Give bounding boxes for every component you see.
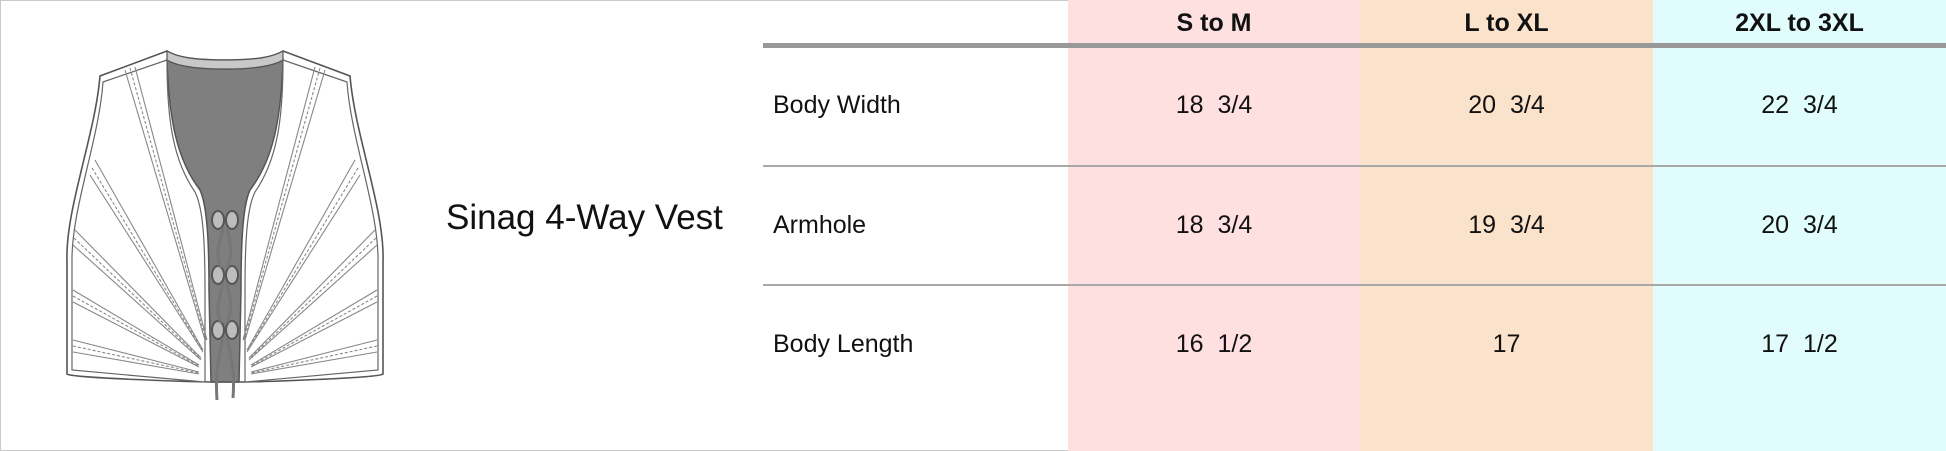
table-cell: 20 3/4 bbox=[1468, 91, 1545, 119]
row-label-body-width: Body Width bbox=[773, 91, 901, 119]
header-2xl-to-3xl: 2XL to 3XL bbox=[1735, 9, 1864, 37]
table-cell: 16 1/2 bbox=[1175, 330, 1253, 358]
header-l-to-xl: L to XL bbox=[1464, 9, 1549, 37]
product-name: Sinag 4-Way Vest bbox=[446, 198, 723, 237]
row-label-armhole: Armhole bbox=[773, 211, 867, 239]
table-cell: 17 1/2 bbox=[1761, 330, 1838, 358]
table-cell: 17 bbox=[1492, 330, 1521, 358]
table-cell: 22 3/4 bbox=[1761, 91, 1838, 119]
table-cell: 20 3/4 bbox=[1761, 211, 1838, 239]
header-s-to-m: S to M bbox=[1176, 9, 1252, 37]
row-divider bbox=[763, 284, 1946, 286]
row-label-body-length: Body Length bbox=[773, 330, 914, 358]
table-cell: 18 3/4 bbox=[1175, 211, 1253, 239]
row-divider bbox=[763, 165, 1946, 167]
header-divider bbox=[763, 43, 1946, 48]
vest-sketch-icon bbox=[66, 49, 384, 401]
table-cell: 19 3/4 bbox=[1468, 211, 1545, 239]
table-cell: 18 3/4 bbox=[1175, 91, 1253, 119]
